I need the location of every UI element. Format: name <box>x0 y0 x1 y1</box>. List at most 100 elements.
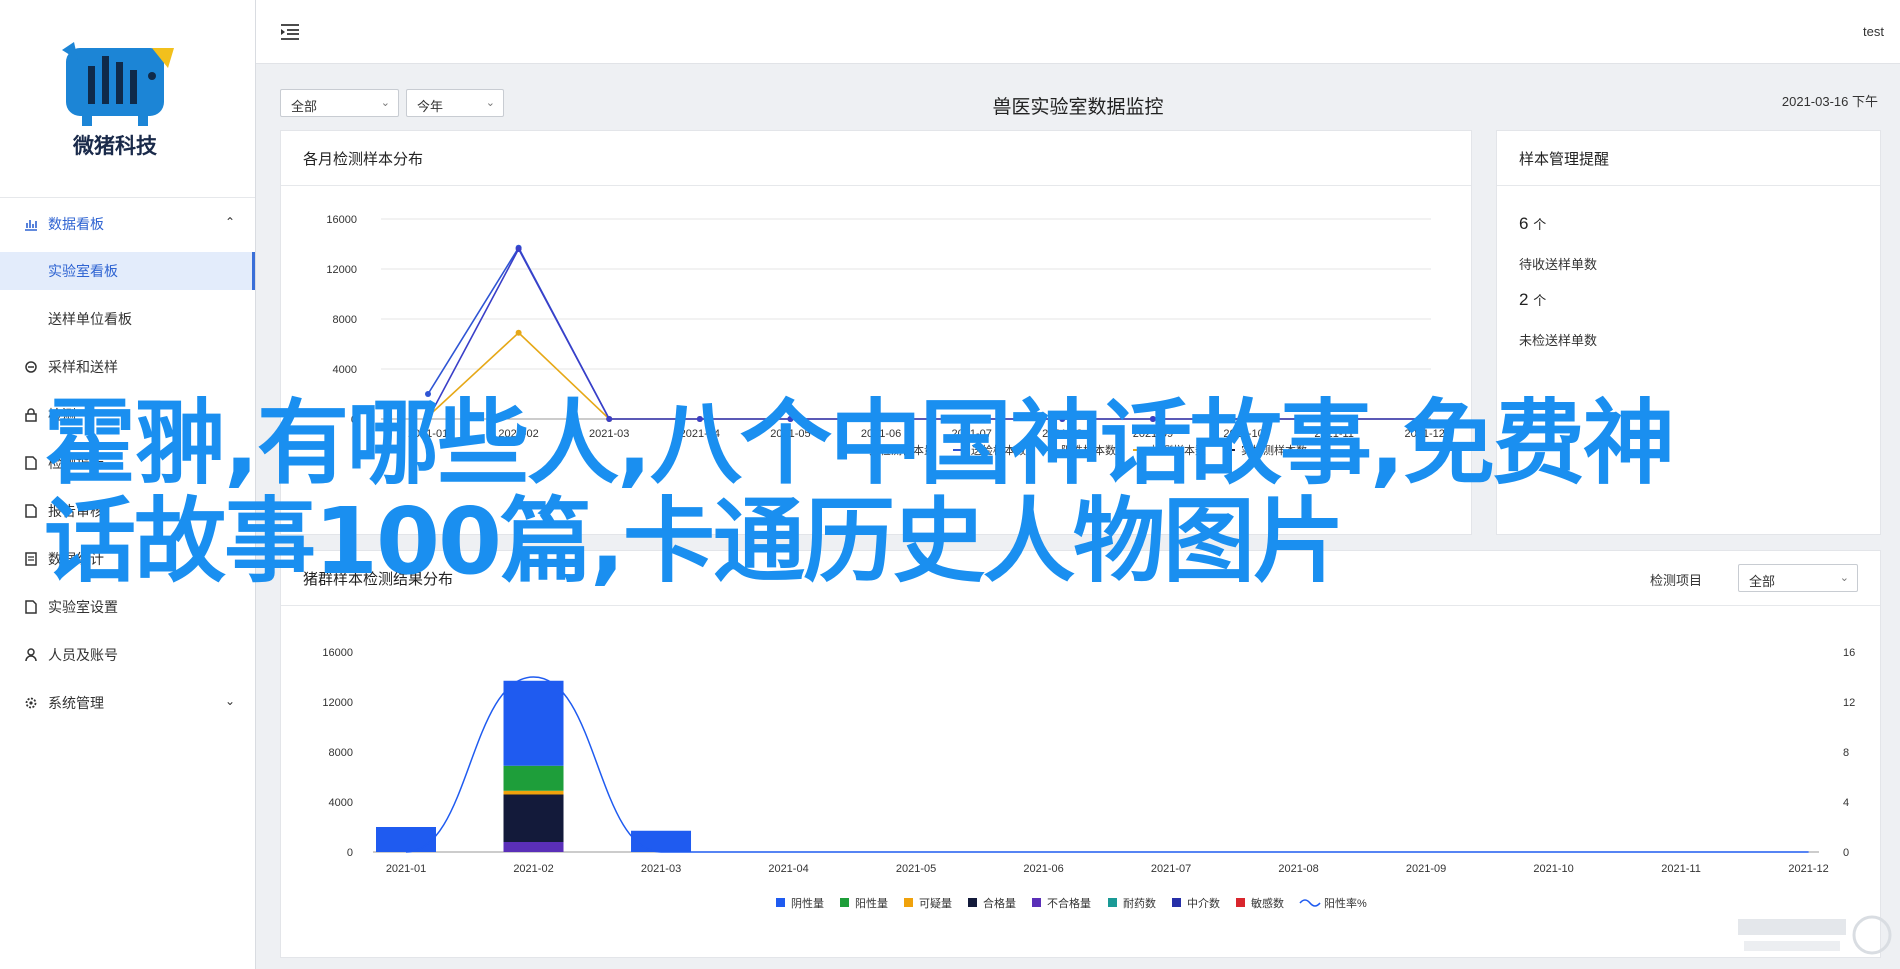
legend-marker <box>1172 898 1181 907</box>
nav-label: 送样单位看板 <box>48 311 132 327</box>
test-item-select[interactable]: 全部 ⌄ <box>1738 564 1858 592</box>
x-tick-label: 2021-04 <box>768 863 808 875</box>
legend-label: 可疑量 <box>919 897 952 910</box>
legend-marker <box>968 898 977 907</box>
data-point <box>515 246 522 252</box>
y2-tick-label: 0 <box>1843 847 1849 859</box>
legend-label: 阴性量 <box>791 896 824 910</box>
legend-marker <box>776 898 785 907</box>
bar-segment <box>631 830 692 852</box>
x-tick-label: 2021-05 <box>896 863 936 875</box>
legend-label: 敏感数 <box>1251 896 1284 910</box>
unchecked-count[interactable]: 2 个 <box>1519 290 1546 310</box>
y-tick-label: 8000 <box>329 747 353 759</box>
nav-sampling[interactable]: 采样和送样 <box>0 348 255 386</box>
nav-label: 数据看板 <box>48 216 104 232</box>
chevron-up-icon: ⌃ <box>224 215 235 229</box>
nav-lab-dashboard[interactable]: 实验室看板 <box>0 252 255 290</box>
y-tick-label: 4000 <box>333 364 357 376</box>
legend-label: 阳性率% <box>1324 896 1367 910</box>
x-tick-label: 2021-10 <box>1533 863 1573 875</box>
user-name[interactable]: test <box>1863 24 1884 39</box>
legend-marker <box>840 898 849 907</box>
report-date: 2021-03-16 下午 <box>1781 94 1878 109</box>
legend-marker <box>1299 899 1321 907</box>
nav-label: 实验室看板 <box>48 263 118 279</box>
legend-marker <box>1108 898 1117 907</box>
bar-segment <box>503 842 564 852</box>
y2-tick-label: 12 <box>1843 697 1855 709</box>
legend-label: 耐药数 <box>1123 897 1156 910</box>
page-title: 兽医实验室数据监控 <box>992 97 1164 118</box>
bar-segment <box>503 794 564 842</box>
nav-label: 人员及账号 <box>48 647 118 663</box>
menu-fold-icon[interactable] <box>280 23 300 41</box>
y-tick-label: 12000 <box>326 264 357 276</box>
y2-tick-label: 8 <box>1843 747 1849 759</box>
lock-icon <box>25 408 37 422</box>
topbar: test <box>256 0 1900 64</box>
watermark-logo-icon <box>1738 915 1892 955</box>
stat-unit: 个 <box>1533 217 1547 232</box>
legend-label: 不合格量 <box>1047 896 1091 910</box>
doc-icon <box>25 504 37 518</box>
report-icon <box>25 456 37 470</box>
nav-users[interactable]: 人员及账号 <box>0 636 255 674</box>
legend-label: 中介数 <box>1187 897 1220 910</box>
chart-icon <box>25 220 37 231</box>
pig-logo-icon <box>62 42 174 126</box>
chevron-down-icon: ⌄ <box>224 694 235 708</box>
legend-label: 合格量 <box>983 896 1016 910</box>
nav-data-dashboard[interactable]: 数据看板 ⌃ <box>0 205 255 243</box>
chevron-down-icon: ⌄ <box>1839 572 1849 584</box>
y-tick-label: 0 <box>347 847 353 859</box>
y-tick-label: 4000 <box>329 797 353 809</box>
stat-unit: 个 <box>1533 293 1547 308</box>
x-tick-label: 2021-03 <box>641 863 681 875</box>
bar-segment <box>376 827 436 852</box>
stat-value: 2 <box>1519 290 1529 309</box>
nav-label: 实验室设置 <box>48 599 118 615</box>
data-point <box>515 329 522 336</box>
nav-label: 系统管理 <box>48 695 104 711</box>
card-title: 各月检测样本分布 <box>281 131 1471 186</box>
legend-marker <box>904 898 913 907</box>
bar-segment <box>503 765 564 791</box>
y-tick-label: 16000 <box>322 647 353 659</box>
logo-text: 微猪科技 <box>73 135 157 158</box>
test-item-select-value: 全部 <box>1749 574 1776 589</box>
y-tick-label: 16000 <box>326 214 357 226</box>
bar-segment <box>503 680 564 766</box>
x-tick-label: 2021-11 <box>1661 863 1701 875</box>
flask-icon <box>25 361 37 373</box>
y-tick-label: 12000 <box>322 697 353 709</box>
stat-label: 未检送样单数 <box>1519 333 1598 348</box>
stat-value: 6 <box>1519 214 1529 233</box>
x-tick-label: 2021-06 <box>1023 863 1063 875</box>
overlay-headline: 霍翀,有哪些人,八个中国神话故事,免费神话故事100篇,卡通历史人物图片 <box>44 390 1675 595</box>
logo: 微猪科技 <box>0 0 255 198</box>
legend-marker <box>1236 898 1245 907</box>
x-tick-label: 2021-01 <box>386 863 426 875</box>
stat-label: 待收送样单数 <box>1519 257 1598 272</box>
nav-sender-dashboard[interactable]: 送样单位看板 <box>0 300 255 338</box>
user-icon <box>25 648 37 662</box>
x-tick-label: 2021-02 <box>513 863 553 875</box>
legend-marker <box>1032 898 1041 907</box>
y2-tick-label: 4 <box>1843 797 1849 809</box>
pending-receive-count[interactable]: 6 个 <box>1519 214 1546 234</box>
nav-system[interactable]: 系统管理 ⌄ <box>0 684 255 722</box>
list-icon <box>25 552 37 566</box>
legend-label: 阳性量 <box>855 896 888 910</box>
y-tick-label: 8000 <box>333 314 357 326</box>
bar-segment <box>503 790 564 795</box>
x-tick-label: 2021-08 <box>1278 863 1318 875</box>
gear-icon <box>25 697 37 709</box>
y2-tick-label: 16 <box>1843 647 1855 659</box>
card-title: 样本管理提醒 <box>1497 131 1880 186</box>
doc-icon <box>25 600 37 614</box>
result-bar-chart: 0 4000 8000 12000 16000 0 4 8 12 16 2021-01 2021-02… <box>322 647 1855 910</box>
nav-label: 采样和送样 <box>48 359 118 375</box>
x-tick-label: 2021-07 <box>1151 863 1191 875</box>
result-distribution-card: 猪群样本检测结果分布 检测项目 全部 ⌄ 0 4000 8000 12000 16000… <box>280 550 1881 958</box>
